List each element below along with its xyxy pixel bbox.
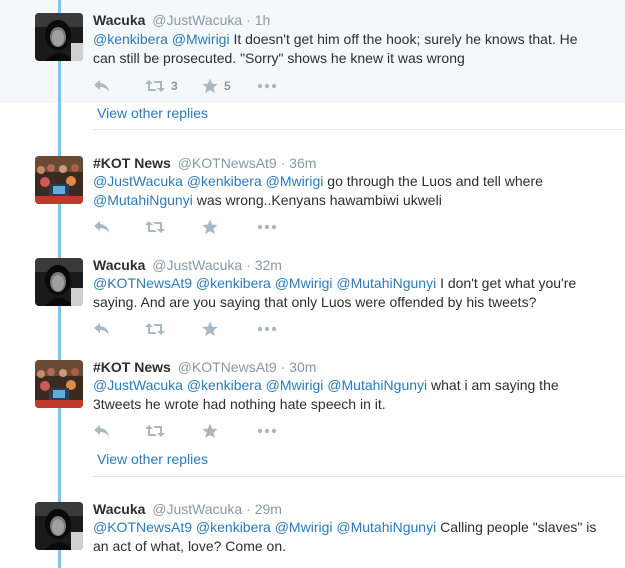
separator-dot: ·: [246, 257, 251, 273]
more-button[interactable]: [257, 83, 277, 89]
separator-dot: ·: [280, 155, 286, 171]
avatar[interactable]: [35, 360, 83, 408]
tweet-actions: 3 5: [93, 77, 277, 95]
more-button[interactable]: [257, 224, 277, 230]
author-handle[interactable]: @JustWacuka: [152, 12, 242, 28]
star-icon: [202, 78, 218, 94]
retweet-icon: [145, 424, 165, 438]
mention-link[interactable]: @Mwirigi: [275, 275, 333, 291]
author-handle[interactable]: @JustWacuka: [152, 257, 242, 273]
avatar[interactable]: [35, 13, 83, 61]
retweet-button[interactable]: [145, 322, 202, 336]
reply-button[interactable]: [93, 424, 145, 438]
tweet-text: @KOTNewsAt9 @kenkibera @Mwirigi @MutahiN…: [93, 518, 598, 556]
mention-link[interactable]: @MutahiNgunyi: [336, 275, 436, 291]
author-name[interactable]: Wacuka: [93, 12, 145, 28]
reply-button[interactable]: [93, 220, 145, 234]
mention-link[interactable]: @MutahiNgunyi: [336, 519, 436, 535]
mention-link[interactable]: @kenkibera: [187, 377, 262, 393]
tweet-text-segment: go through the Luos and tell where: [323, 173, 543, 189]
timestamp[interactable]: 1h: [255, 12, 271, 28]
mention-link[interactable]: @kenkibera: [196, 275, 271, 291]
separator-dot: ·: [280, 359, 286, 375]
author-handle[interactable]: @JustWacuka: [152, 501, 242, 517]
retweet-icon: [145, 322, 165, 336]
more-icon: [257, 428, 277, 434]
mention-link[interactable]: @kenkibera: [187, 173, 262, 189]
star-icon: [202, 321, 218, 337]
favorite-button[interactable]: [202, 321, 257, 337]
mention-link[interactable]: @kenkibera: [93, 31, 168, 47]
favorite-count: 5: [224, 79, 231, 93]
separator-dot: ·: [246, 12, 251, 28]
tweet-text: @JustWacuka @kenkibera @Mwirigi go throu…: [93, 172, 598, 210]
tweet-text-segment: was wrong..Kenyans hawambiwi ukweli: [192, 192, 442, 208]
view-other-replies-link[interactable]: View other replies: [97, 450, 208, 468]
reply-icon: [93, 79, 111, 93]
tweet-actions: [93, 320, 277, 338]
divider: [93, 129, 625, 130]
view-other-replies-link[interactable]: View other replies: [97, 104, 208, 122]
more-button[interactable]: [257, 326, 277, 332]
reply-icon: [93, 322, 111, 336]
tweet[interactable]: Wacuka @JustWacuka · 1h @kenkibera @Mwir…: [0, 0, 625, 103]
favorite-button[interactable]: [202, 219, 257, 235]
avatar[interactable]: [35, 258, 83, 306]
mention-link[interactable]: @kenkibera: [196, 519, 271, 535]
reply-button[interactable]: [93, 79, 145, 93]
tweet[interactable]: #KOT News @KOTNewsAt9 · 36m @JustWacuka …: [0, 148, 625, 240]
author-name[interactable]: #KOT News: [93, 155, 171, 171]
tweet-actions: [93, 218, 277, 236]
author-handle[interactable]: @KOTNewsAt9: [178, 155, 277, 171]
reply-icon: [93, 220, 111, 234]
mention-link[interactable]: @JustWacuka: [93, 377, 183, 393]
favorite-button[interactable]: [202, 423, 257, 439]
tweet[interactable]: Wacuka @JustWacuka · 29m @KOTNewsAt9 @ke…: [0, 494, 625, 568]
retweet-button[interactable]: [145, 424, 202, 438]
tweet-text: @kenkibera @Mwirigi It doesn't get him o…: [93, 30, 598, 68]
star-icon: [202, 219, 218, 235]
mention-link[interactable]: @MutahiNgunyi: [327, 377, 427, 393]
avatar[interactable]: [35, 502, 83, 550]
tweet[interactable]: Wacuka @JustWacuka · 32m @KOTNewsAt9 @ke…: [0, 250, 625, 342]
mention-link[interactable]: @MutahiNgunyi: [93, 192, 193, 208]
more-icon: [257, 83, 277, 89]
avatar[interactable]: [35, 156, 83, 204]
mention-link[interactable]: @KOTNewsAt9: [93, 275, 192, 291]
tweet-actions: [93, 422, 277, 440]
star-icon: [202, 423, 218, 439]
timestamp[interactable]: 30m: [289, 359, 316, 375]
more-button[interactable]: [257, 428, 277, 434]
retweet-count: 3: [171, 79, 178, 93]
author-name[interactable]: #KOT News: [93, 359, 171, 375]
mention-link[interactable]: @Mwirigi: [266, 173, 324, 189]
reply-button[interactable]: [93, 322, 145, 336]
retweet-icon: [145, 79, 165, 93]
timestamp[interactable]: 32m: [255, 257, 282, 273]
retweet-button[interactable]: [145, 220, 202, 234]
tweet-text: @KOTNewsAt9 @kenkibera @Mwirigi @MutahiN…: [93, 274, 598, 312]
retweet-button[interactable]: 3: [145, 79, 202, 93]
divider: [93, 476, 625, 477]
tweet[interactable]: #KOT News @KOTNewsAt9 · 30m @JustWacuka …: [0, 352, 625, 444]
mention-link[interactable]: @JustWacuka: [93, 173, 183, 189]
timestamp[interactable]: 36m: [289, 155, 316, 171]
more-icon: [257, 326, 277, 332]
mention-link[interactable]: @Mwirigi: [172, 31, 230, 47]
author-handle[interactable]: @KOTNewsAt9: [178, 359, 277, 375]
more-icon: [257, 224, 277, 230]
mention-link[interactable]: @Mwirigi: [275, 519, 333, 535]
retweet-icon: [145, 220, 165, 234]
mention-link[interactable]: @Mwirigi: [266, 377, 324, 393]
author-name[interactable]: Wacuka: [93, 501, 145, 517]
favorite-button[interactable]: 5: [202, 78, 257, 94]
reply-icon: [93, 424, 111, 438]
tweet-text: @JustWacuka @kenkibera @Mwirigi @MutahiN…: [93, 376, 598, 414]
author-name[interactable]: Wacuka: [93, 257, 145, 273]
separator-dot: ·: [246, 501, 251, 517]
timestamp[interactable]: 29m: [255, 501, 282, 517]
mention-link[interactable]: @KOTNewsAt9: [93, 519, 192, 535]
